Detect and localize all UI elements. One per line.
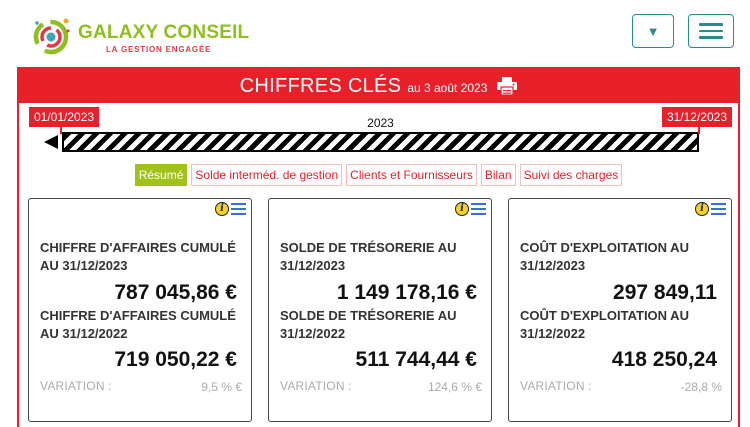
brand-logo-mark-icon bbox=[33, 18, 70, 55]
printer-icon[interactable] bbox=[497, 77, 518, 95]
panel-title: CHIFFRES CLÉS bbox=[239, 74, 402, 97]
kpi-current-value: 787 045,86 € bbox=[114, 281, 237, 304]
kpi-current-label: COÛT D'EXPLOITATION AU 31/12/2023 bbox=[520, 240, 689, 273]
kpi-current-value: 297 849,11 bbox=[613, 281, 717, 304]
timeline-left-arrow-icon[interactable] bbox=[44, 135, 58, 149]
menu-button[interactable] bbox=[688, 14, 734, 48]
caret-down-icon: ▼ bbox=[646, 23, 660, 39]
kpi-card-revenue: i CHIFFRE D'AFFAIRES CUMULÉ AU 31/12/202… bbox=[28, 198, 252, 422]
tab-resume[interactable]: Résumé bbox=[134, 164, 188, 186]
kpi-card-operating-cost: i COÛT D'EXPLOITATION AU 31/12/2023 297 … bbox=[508, 198, 732, 422]
variation-label: VARIATION : bbox=[280, 379, 352, 393]
tab-suivi-charges[interactable]: Suivi des charges bbox=[519, 164, 623, 186]
list-icon[interactable] bbox=[711, 203, 726, 215]
key-figures-panel: CHIFFRES CLÉS au 3 août 2023 01/01/2023 … bbox=[17, 67, 740, 427]
kpi-current-value: 1 149 178,16 € bbox=[336, 281, 477, 304]
hamburger-icon-bar bbox=[699, 29, 723, 33]
date-range-timeline: 01/01/2023 31/12/2023 2023 bbox=[29, 105, 732, 163]
kpi-previous-value: 719 050,22 € bbox=[114, 348, 237, 371]
hamburger-icon-bar bbox=[699, 36, 723, 39]
kpi-previous-label: CHIFFRE D'AFFAIRES CUMULÉ AU 31/12/2022 bbox=[40, 308, 236, 341]
card-actions: i bbox=[455, 202, 486, 216]
brand-name: GALAXY CONSEIL bbox=[78, 22, 250, 43]
top-bar: GALAXY CONSEIL LA GESTION ENGAGÉE ▼ bbox=[0, 0, 750, 64]
timeline-range-bar[interactable] bbox=[62, 132, 699, 152]
brand-tagline: LA GESTION ENGAGÉE bbox=[106, 45, 212, 54]
panel-header: CHIFFRES CLÉS au 3 août 2023 bbox=[19, 69, 738, 103]
info-icon[interactable]: i bbox=[215, 202, 229, 216]
kpi-previous-label: SOLDE DE TRÉSORERIE AU 31/12/2022 bbox=[280, 308, 457, 341]
variation-value: 124,6 % € bbox=[427, 380, 482, 394]
kpi-previous-label: COÛT D'EXPLOITATION AU 31/12/2022 bbox=[520, 308, 689, 341]
timeline-year-label: 2023 bbox=[367, 116, 394, 130]
card-actions: i bbox=[695, 202, 726, 216]
report-tabs: Résumé Solde interméd. de gestion Client… bbox=[19, 164, 738, 186]
kpi-previous-value: 511 744,44 € bbox=[355, 348, 477, 371]
kpi-card-treasury: i SOLDE DE TRÉSORERIE AU 31/12/2023 1 14… bbox=[268, 198, 492, 422]
variation-label: VARIATION : bbox=[40, 379, 112, 393]
kpi-current-label: CHIFFRE D'AFFAIRES CUMULÉ AU 31/12/2023 bbox=[40, 240, 236, 273]
info-icon[interactable]: i bbox=[455, 202, 469, 216]
variation-value: 9,5 % € bbox=[201, 380, 242, 394]
list-icon[interactable] bbox=[471, 203, 486, 215]
end-handle[interactable] bbox=[698, 126, 700, 134]
dropdown-button[interactable]: ▼ bbox=[632, 14, 674, 48]
info-icon[interactable]: i bbox=[695, 202, 709, 216]
panel-date: au 3 août 2023 bbox=[407, 81, 488, 95]
list-icon[interactable] bbox=[231, 203, 246, 215]
brand-logo[interactable]: GALAXY CONSEIL LA GESTION ENGAGÉE bbox=[28, 12, 249, 55]
tab-bilan[interactable]: Bilan bbox=[480, 164, 516, 186]
tab-clients-fournisseurs[interactable]: Clients et Fournisseurs bbox=[346, 164, 477, 186]
variation-value: -28,8 % bbox=[680, 380, 722, 394]
hamburger-icon-bar bbox=[699, 23, 723, 26]
card-actions: i bbox=[215, 202, 246, 216]
kpi-current-label: SOLDE DE TRÉSORERIE AU 31/12/2023 bbox=[280, 240, 457, 273]
kpi-previous-value: 418 250,24 bbox=[611, 348, 717, 371]
start-handle[interactable] bbox=[60, 126, 62, 134]
variation-label: VARIATION : bbox=[520, 379, 592, 393]
tab-solde-intermediaire[interactable]: Solde interméd. de gestion bbox=[191, 164, 343, 186]
